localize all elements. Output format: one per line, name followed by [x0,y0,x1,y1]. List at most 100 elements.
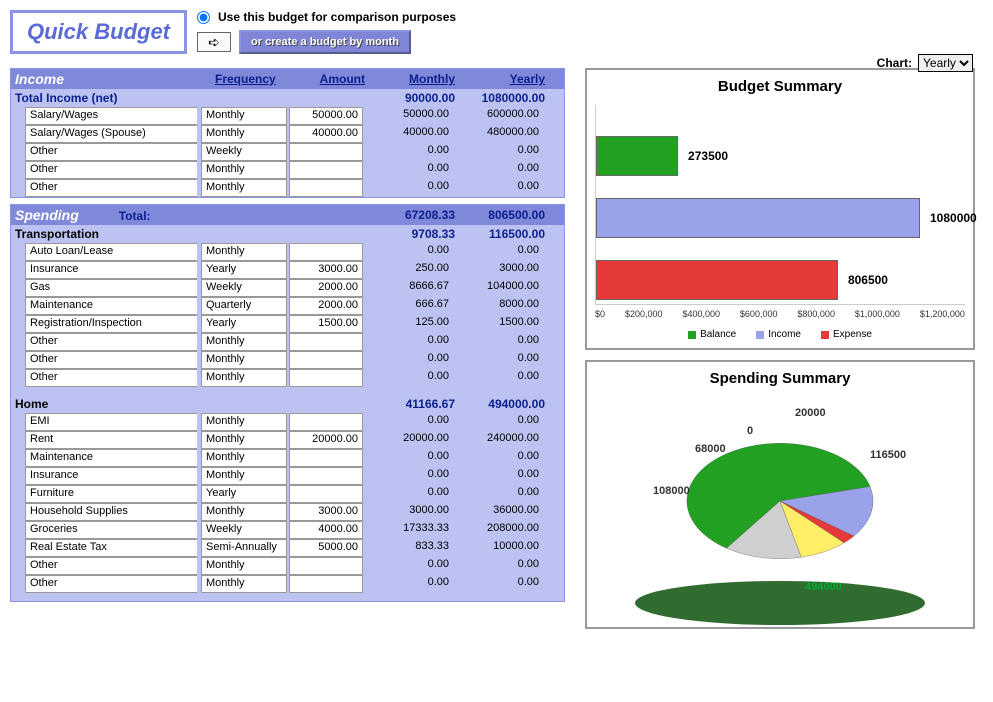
create-monthly-button[interactable]: or create a budget by month [239,30,411,54]
row-freq-input[interactable]: Monthly [201,449,287,467]
row-name-input[interactable]: Other [25,369,197,387]
row-amount-input[interactable] [289,369,363,387]
row-amount-input[interactable] [289,333,363,351]
bar-balance: 273500 [596,135,728,177]
row-freq-input[interactable]: Yearly [201,315,287,333]
section-yearly-total: 116500.00 [459,227,549,241]
row-name-input[interactable]: Maintenance [25,297,197,315]
row-yearly-calc: 0.00 [453,143,543,161]
row-freq-input[interactable]: Weekly [201,279,287,297]
row-name-input[interactable]: Household Supplies [25,503,197,521]
comparison-radio[interactable] [197,11,210,24]
section-monthly-total: 41166.67 [369,397,459,411]
row-name-input[interactable]: Furniture [25,485,197,503]
row-monthly-calc: 0.00 [363,351,453,369]
row-monthly-calc: 0.00 [363,449,453,467]
row-yearly-calc: 104000.00 [453,279,543,297]
row-name-input[interactable]: Other [25,351,197,369]
row-amount-input[interactable] [289,485,363,503]
row-amount-input[interactable] [289,161,363,179]
row-amount-input[interactable] [289,179,363,197]
row-freq-input[interactable]: Monthly [201,107,287,125]
row-amount-input[interactable] [289,413,363,431]
row-yearly-calc: 480000.00 [453,125,543,143]
row-name-input[interactable]: Real Estate Tax [25,539,197,557]
table-row: MaintenanceQuarterly2000.00666.678000.00 [11,297,564,315]
row-name-input[interactable]: EMI [25,413,197,431]
row-freq-input[interactable]: Weekly [201,143,287,161]
row-name-input[interactable]: Other [25,557,197,575]
row-freq-input[interactable]: Monthly [201,503,287,521]
table-row: OtherMonthly0.000.00 [11,161,564,179]
row-name-input[interactable]: Salary/Wages [25,107,197,125]
row-amount-input[interactable] [289,143,363,161]
row-amount-input[interactable] [289,351,363,369]
row-name-input[interactable]: Other [25,575,197,593]
bar-label: 1080000 [930,211,977,225]
row-amount-input[interactable]: 1500.00 [289,315,363,333]
row-freq-input[interactable]: Monthly [201,333,287,351]
row-name-input[interactable]: Gas [25,279,197,297]
row-monthly-calc: 0.00 [363,143,453,161]
spending-section-header: Transportation9708.33116500.00 [11,225,564,243]
table-row: OtherMonthly0.000.00 [11,369,564,387]
row-monthly-calc: 0.00 [363,333,453,351]
arrow-right-icon: ➪ [197,32,231,52]
row-amount-input[interactable]: 2000.00 [289,279,363,297]
row-freq-input[interactable]: Yearly [201,261,287,279]
row-amount-input[interactable]: 3000.00 [289,503,363,521]
row-name-input[interactable]: Other [25,333,197,351]
row-amount-input[interactable] [289,243,363,261]
row-amount-input[interactable]: 2000.00 [289,297,363,315]
row-name-input[interactable]: Other [25,179,197,197]
row-amount-input[interactable]: 40000.00 [289,125,363,143]
row-freq-input[interactable]: Monthly [201,575,287,593]
row-amount-input[interactable]: 50000.00 [289,107,363,125]
row-name-input[interactable]: Insurance [25,261,197,279]
spending-summary-chart: Spending Summary 49400011650020000068000… [585,360,975,629]
row-amount-input[interactable] [289,467,363,485]
chart-selector-dropdown[interactable]: Yearly [918,54,973,72]
row-freq-input[interactable]: Monthly [201,351,287,369]
row-freq-input[interactable]: Monthly [201,413,287,431]
row-amount-input[interactable] [289,575,363,593]
table-row: FurnitureYearly0.000.00 [11,485,564,503]
row-yearly-calc: 0.00 [453,351,543,369]
row-amount-input[interactable]: 20000.00 [289,431,363,449]
row-name-input[interactable]: Registration/Inspection [25,315,197,333]
row-freq-input[interactable]: Monthly [201,431,287,449]
row-name-input[interactable]: Groceries [25,521,197,539]
row-yearly-calc: 240000.00 [453,431,543,449]
comparison-radio-label[interactable]: Use this budget for comparison purposes [197,10,456,24]
row-name-input[interactable]: Insurance [25,467,197,485]
row-freq-input[interactable]: Monthly [201,467,287,485]
row-name-input[interactable]: Rent [25,431,197,449]
row-name-input[interactable]: Other [25,161,197,179]
row-freq-input[interactable]: Monthly [201,125,287,143]
row-name-input[interactable]: Maintenance [25,449,197,467]
row-name-input[interactable]: Other [25,143,197,161]
pie-slice-label: 0 [747,425,753,437]
row-yearly-calc: 0.00 [453,161,543,179]
row-freq-input[interactable]: Quarterly [201,297,287,315]
row-freq-input[interactable]: Monthly [201,557,287,575]
table-row: OtherMonthly0.000.00 [11,575,564,593]
row-monthly-calc: 0.00 [363,557,453,575]
col-amount: Amount [297,72,369,86]
row-amount-input[interactable]: 3000.00 [289,261,363,279]
row-amount-input[interactable]: 4000.00 [289,521,363,539]
row-amount-input[interactable]: 5000.00 [289,539,363,557]
row-freq-input[interactable]: Monthly [201,369,287,387]
row-amount-input[interactable] [289,449,363,467]
row-name-input[interactable]: Salary/Wages (Spouse) [25,125,197,143]
row-freq-input[interactable]: Monthly [201,161,287,179]
income-panel: Income Frequency Amount Monthly Yearly T… [10,68,565,198]
row-freq-input[interactable]: Monthly [201,243,287,261]
row-name-input[interactable]: Auto Loan/Lease [25,243,197,261]
row-freq-input[interactable]: Semi-Annually [201,539,287,557]
spending-heading: Spending [15,207,79,223]
row-freq-input[interactable]: Yearly [201,485,287,503]
row-freq-input[interactable]: Monthly [201,179,287,197]
row-amount-input[interactable] [289,557,363,575]
row-freq-input[interactable]: Weekly [201,521,287,539]
